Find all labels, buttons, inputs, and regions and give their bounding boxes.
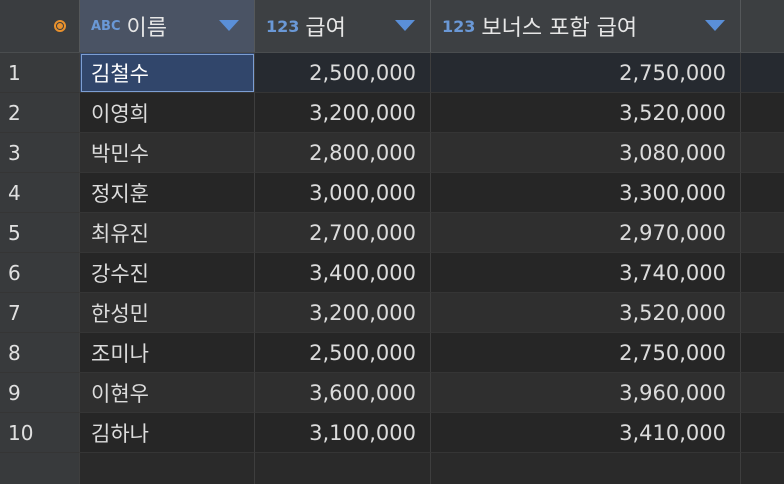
empty-cell <box>80 453 255 484</box>
type-badge-number-icon: 123 <box>266 16 300 36</box>
cell-salary[interactable]: 3,200,000 <box>255 93 431 133</box>
table-row[interactable]: 8 조미나 2,500,000 2,750,000 <box>0 333 784 373</box>
table-row[interactable]: 9 이현우 3,600,000 3,960,000 <box>0 373 784 413</box>
cell-salary[interactable]: 3,200,000 <box>255 293 431 333</box>
column-header-name[interactable]: ABC 이름 <box>80 0 255 52</box>
table-row[interactable]: 4 정지훈 3,000,000 3,300,000 <box>0 173 784 213</box>
column-header-salary[interactable]: 123 급여 <box>255 0 431 52</box>
row-number[interactable]: 7 <box>0 293 80 333</box>
column-header-bonus-salary[interactable]: 123 보너스 포함 급여 <box>431 0 741 52</box>
cell-name[interactable]: 최유진 <box>80 213 255 253</box>
row-filler <box>741 173 784 213</box>
column-title: 이름 <box>126 16 167 41</box>
row-filler <box>741 413 784 453</box>
radio-circle-icon[interactable] <box>54 20 66 32</box>
row-number-empty <box>0 453 80 484</box>
row-number[interactable]: 6 <box>0 253 80 293</box>
cell-bonus-salary[interactable]: 3,960,000 <box>431 373 741 413</box>
table-row[interactable]: 2 이영희 3,200,000 3,520,000 <box>0 93 784 133</box>
row-filler <box>741 293 784 333</box>
cell-bonus-salary[interactable]: 3,520,000 <box>431 93 741 133</box>
cell-name[interactable]: 김철수 <box>80 53 255 93</box>
grid-body: 1 김철수 2,500,000 2,750,000 2 이영희 3,200,00… <box>0 53 784 484</box>
empty-cell <box>431 453 741 484</box>
triangle-down-icon[interactable] <box>219 20 239 31</box>
cell-name[interactable]: 강수진 <box>80 253 255 293</box>
grid-header: ABC 이름 123 급여 123 보너스 포함 급여 <box>0 0 784 53</box>
cell-bonus-salary[interactable]: 3,410,000 <box>431 413 741 453</box>
row-filler <box>741 333 784 373</box>
cell-bonus-salary[interactable]: 3,080,000 <box>431 133 741 173</box>
column-title: 급여 <box>305 16 346 41</box>
row-number[interactable]: 8 <box>0 333 80 373</box>
row-number[interactable]: 10 <box>0 413 80 453</box>
row-filler <box>741 253 784 293</box>
empty-row-area <box>0 453 784 484</box>
row-number[interactable]: 9 <box>0 373 80 413</box>
cell-salary[interactable]: 2,800,000 <box>255 133 431 173</box>
row-filler <box>741 93 784 133</box>
radio-dot <box>57 23 63 29</box>
cell-bonus-salary[interactable]: 3,520,000 <box>431 293 741 333</box>
cell-name[interactable]: 박민수 <box>80 133 255 173</box>
cell-salary[interactable]: 3,100,000 <box>255 413 431 453</box>
row-filler <box>741 453 784 484</box>
cell-salary[interactable]: 3,400,000 <box>255 253 431 293</box>
cell-salary[interactable]: 2,700,000 <box>255 213 431 253</box>
cell-name[interactable]: 이현우 <box>80 373 255 413</box>
cell-name[interactable]: 조미나 <box>80 333 255 373</box>
table-row[interactable]: 3 박민수 2,800,000 3,080,000 <box>0 133 784 173</box>
column-title: 보너스 포함 급여 <box>481 16 638 41</box>
cell-salary[interactable]: 2,500,000 <box>255 333 431 373</box>
empty-cell <box>255 453 431 484</box>
row-filler <box>741 213 784 253</box>
cell-bonus-salary[interactable]: 2,750,000 <box>431 333 741 373</box>
cell-bonus-salary[interactable]: 2,750,000 <box>431 53 741 93</box>
row-number[interactable]: 1 <box>0 53 80 93</box>
row-number[interactable]: 2 <box>0 93 80 133</box>
cell-bonus-salary[interactable]: 3,300,000 <box>431 173 741 213</box>
header-filler <box>741 0 784 52</box>
table-row[interactable]: 10 김하나 3,100,000 3,410,000 <box>0 413 784 453</box>
type-badge-text-icon: ABC <box>91 18 121 34</box>
cell-salary[interactable]: 2,500,000 <box>255 53 431 93</box>
cell-name[interactable]: 정지훈 <box>80 173 255 213</box>
cell-bonus-salary[interactable]: 3,740,000 <box>431 253 741 293</box>
cell-name[interactable]: 한성민 <box>80 293 255 333</box>
result-grid: ABC 이름 123 급여 123 보너스 포함 급여 1 김철수 2,500,… <box>0 0 784 484</box>
type-badge-number-icon: 123 <box>442 16 476 36</box>
cell-salary[interactable]: 3,600,000 <box>255 373 431 413</box>
table-row[interactable]: 7 한성민 3,200,000 3,520,000 <box>0 293 784 333</box>
row-number[interactable]: 3 <box>0 133 80 173</box>
cell-salary[interactable]: 3,000,000 <box>255 173 431 213</box>
row-filler <box>741 133 784 173</box>
cell-name[interactable]: 이영희 <box>80 93 255 133</box>
triangle-down-icon[interactable] <box>395 20 415 31</box>
cell-bonus-salary[interactable]: 2,970,000 <box>431 213 741 253</box>
row-number[interactable]: 4 <box>0 173 80 213</box>
table-row[interactable]: 6 강수진 3,400,000 3,740,000 <box>0 253 784 293</box>
table-row[interactable]: 5 최유진 2,700,000 2,970,000 <box>0 213 784 253</box>
table-row[interactable]: 1 김철수 2,500,000 2,750,000 <box>0 53 784 93</box>
row-filler <box>741 373 784 413</box>
row-number[interactable]: 5 <box>0 213 80 253</box>
select-all-cell[interactable] <box>0 0 80 52</box>
row-filler <box>741 53 784 93</box>
cell-name[interactable]: 김하나 <box>80 413 255 453</box>
triangle-down-icon[interactable] <box>705 20 725 31</box>
